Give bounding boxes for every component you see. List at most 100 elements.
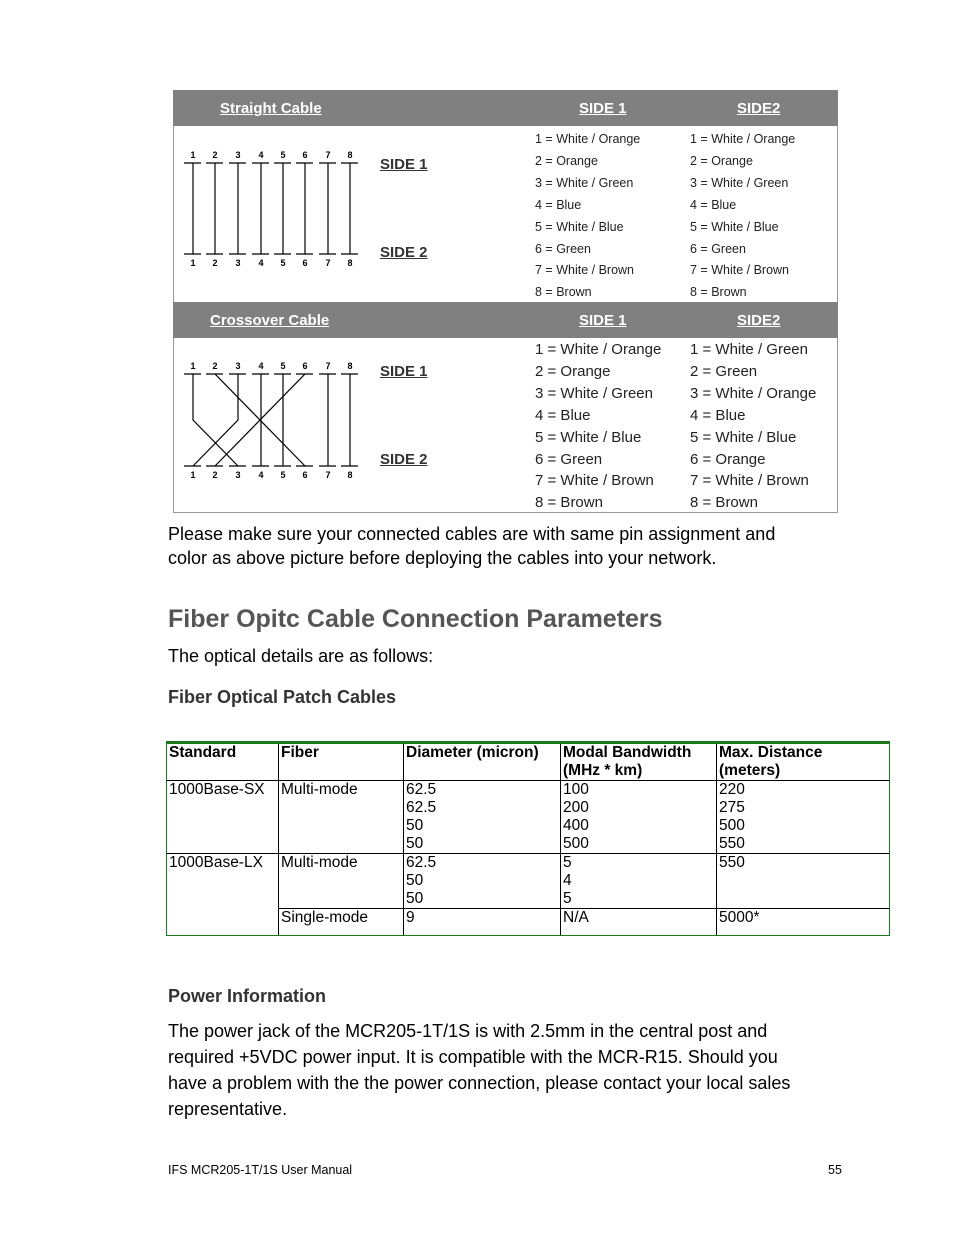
cell-fiber: Single-mode <box>278 908 404 936</box>
pin-label-top: 6 <box>302 150 307 160</box>
pin-color-item: 4 = Blue <box>535 406 591 424</box>
pin-label-bottom: 3 <box>235 470 240 480</box>
pin-color-item: 5 = White / Blue <box>690 428 797 446</box>
cell-diameter: 62.5 62.5 50 50 <box>403 780 561 854</box>
pin-color-item: 2 = Orange <box>535 362 611 380</box>
pin-label-top: 4 <box>258 150 263 160</box>
pin-color-item: 6 = Green <box>690 241 746 256</box>
pin-label-bottom: 2 <box>212 470 217 480</box>
header-cell: Diameter (micron) <box>403 742 561 781</box>
power-line: The power jack of the MCR205-1T/1S is wi… <box>168 1021 768 1041</box>
crossover-side1-list: 1 = White / Orange 2 = Orange 3 = White / … <box>535 339 661 514</box>
pin-label-top: 2 <box>212 150 217 160</box>
pin-color-item: 4 = Blue <box>535 197 582 212</box>
pin-color-item: 3 = White / Green <box>535 175 634 190</box>
fiber-table: Standard Fiber Diameter (micron) Modal B… <box>166 741 890 936</box>
cell-value: 62.5 <box>406 799 437 816</box>
pin-label-bottom: 7 <box>325 470 330 480</box>
fiber-heading: Fiber Optical Patch Cables <box>168 687 397 707</box>
pin-color-item: 3 = White / Green <box>690 175 789 190</box>
cell-value: 200 <box>563 799 589 816</box>
pin-label-top: 3 <box>235 361 240 371</box>
pin-label-top: 8 <box>347 361 352 371</box>
straight-diagram-side2-label: SIDE 2 <box>380 244 428 261</box>
pin-label-bottom: 8 <box>347 258 352 268</box>
pin-color-item: 1 = White / Orange <box>690 132 796 146</box>
pin-color-item: 8 = Brown <box>535 285 592 300</box>
cell-value: 550 <box>719 854 745 871</box>
intro-text: The optical details are as follows: <box>168 646 434 666</box>
pin-color-item: 7 = White / Brown <box>690 263 789 278</box>
pin-label-top: 1 <box>190 150 195 160</box>
note-paragraph: Please make sure your connected cables a… <box>168 523 775 570</box>
cell-distance: 550 <box>716 853 890 909</box>
cell-fiber: Multi-mode <box>278 780 404 854</box>
pin-color-item: 7 = White / Brown <box>690 472 809 490</box>
pin-label-bottom: 2 <box>212 258 217 268</box>
straight-side2-list: 1 = White / Orange 2 = Orange 3 = White / … <box>690 129 795 304</box>
cell-value: 62.5 <box>406 781 437 798</box>
pin-label-bottom: 6 <box>302 470 307 480</box>
footer-title: IFS MCR205-1T/1S User Manual <box>168 1163 353 1177</box>
crossover-diagram-side2-label: SIDE 2 <box>380 451 428 468</box>
note-line: Please make sure your connected cables a… <box>168 524 776 544</box>
pin-label-bottom: 4 <box>258 470 263 480</box>
pin-color-item: 1 = White / Green <box>690 341 808 358</box>
cell-distance: 220 275 500 550 <box>716 780 890 854</box>
pin-label-top: 5 <box>280 150 285 160</box>
cell-value: 50 <box>406 872 424 889</box>
cell-value: 9 <box>406 909 415 926</box>
cell-value: 50 <box>406 817 424 834</box>
power-heading: Power Information <box>168 986 327 1006</box>
cell-bandwidth: N/A <box>560 908 717 936</box>
cell-value: 5 <box>563 890 572 907</box>
note-line: color as above picture before deploying … <box>168 547 717 568</box>
wire <box>192 374 239 467</box>
pin-label-top: 1 <box>190 361 195 371</box>
pin-color-item: 1 = White / Orange <box>535 341 662 358</box>
pin-label-bottom: 4 <box>258 258 263 268</box>
cell-diameter: 9 <box>403 908 561 936</box>
cell-value: 50 <box>406 890 424 907</box>
cell-standard: 1000Base-LX <box>166 853 279 936</box>
power-line: required +5VDC power input. It is compat… <box>168 1047 778 1067</box>
cell-value: 275 <box>719 799 745 816</box>
pin-label-bottom: 5 <box>280 258 285 268</box>
pin-label-bottom: 6 <box>302 258 307 268</box>
pin-color-item: 8 = Brown <box>690 494 758 512</box>
cell-value: 50 <box>406 835 424 852</box>
pin-color-item: 8 = Brown <box>535 494 603 512</box>
power-paragraph: The power jack of the MCR205-1T/1S is wi… <box>168 1018 790 1122</box>
header-cell: Modal Bandwidth (MHz * km) <box>560 742 717 781</box>
crossover-cable-header: Crossover Cable SIDE 1 SIDE2 <box>173 302 838 338</box>
pin-color-item: 3 = White / Orange <box>690 384 817 402</box>
table-row: 1000Base-SX Multi-mode 62.5 62.5 50 50 100 2… <box>166 780 890 854</box>
cell-fiber: Multi-mode <box>278 853 404 909</box>
power-line: have a problem with the the power connec… <box>168 1073 791 1093</box>
cell-value: 500 <box>563 835 589 852</box>
pin-label-top: 2 <box>212 361 217 371</box>
header-cell: Max. Distance (meters) <box>716 742 890 781</box>
pin-color-item: 1 = White / Orange <box>535 132 641 146</box>
wire <box>192 374 239 467</box>
page-number: 55 <box>828 1163 842 1177</box>
pin-color-item: 6 = Green <box>535 241 591 256</box>
pin-color-item: 2 = Orange <box>690 153 753 168</box>
cell-diameter: 62.5 50 50 <box>403 853 561 909</box>
power-line: representative. <box>168 1099 288 1119</box>
pin-color-item: 3 = White / Green <box>535 384 653 402</box>
crossover-cable-title: Crossover Cable <box>210 312 330 329</box>
cell-value: 62.5 <box>406 854 437 871</box>
pin-color-item: 7 = White / Brown <box>535 472 654 490</box>
cell-value: 500 <box>719 817 745 834</box>
manual-page: Straight Cable SIDE 1 SIDE2 112233445566… <box>0 0 954 1235</box>
pin-label-top: 8 <box>347 150 352 160</box>
cell-value: 5 <box>563 854 572 871</box>
cell-bandwidth: 100 200 400 500 <box>560 780 717 854</box>
pin-color-item: 4 = Blue <box>690 197 737 212</box>
pin-label-top: 6 <box>302 361 307 371</box>
pin-label-top: 5 <box>280 361 285 371</box>
header-cell: Fiber <box>278 742 404 781</box>
cell-value: 220 <box>719 781 745 798</box>
pin-label-bottom: 1 <box>190 258 195 268</box>
